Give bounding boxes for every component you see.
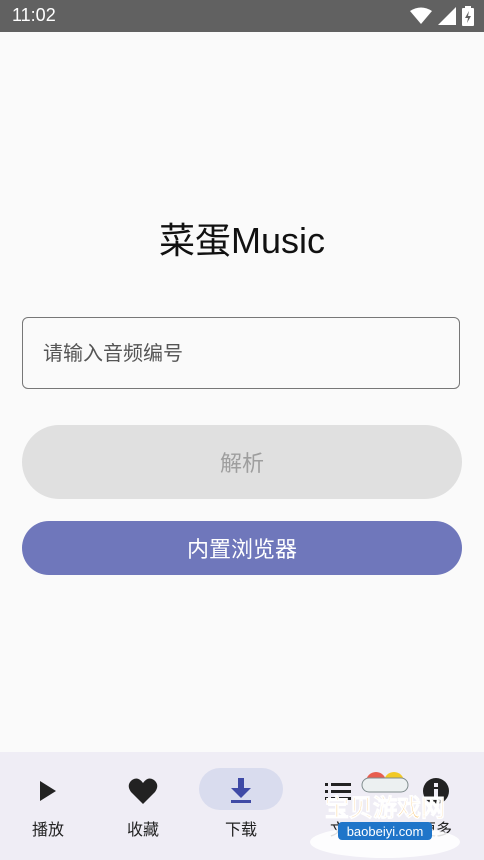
download-icon <box>231 778 251 803</box>
battery-icon <box>462 6 474 26</box>
wifi-icon <box>410 7 432 24</box>
nav-item-download[interactable]: 下载 <box>193 752 289 860</box>
nav-label-download: 下载 <box>224 820 257 839</box>
nav-label-favorites: 收藏 <box>126 820 159 839</box>
nav-label-play: 播放 <box>31 820 64 839</box>
main-content: 菜蛋Music 解析 内置浏览器 <box>0 32 484 752</box>
audio-id-input[interactable] <box>23 318 459 388</box>
status-icons <box>410 6 474 26</box>
app-title: 菜蛋Music <box>158 220 325 261</box>
watermark-domain: baobeiyi.com <box>347 824 424 839</box>
watermark-text: 宝贝游戏网 <box>325 794 445 822</box>
status-time: 11:02 <box>12 5 56 25</box>
parse-button[interactable]: 解析 <box>22 425 462 499</box>
play-icon <box>40 781 56 801</box>
watermark-logo: 宝贝游戏网 baobeiyi.com <box>310 772 460 858</box>
status-bar: 11:02 <box>0 0 484 32</box>
audio-id-field[interactable] <box>22 317 460 389</box>
browser-button[interactable]: 内置浏览器 <box>22 521 462 575</box>
heart-icon <box>128 778 158 804</box>
signal-icon <box>438 7 456 25</box>
nav-item-favorites[interactable]: 收藏 <box>95 752 191 860</box>
nav-item-play[interactable]: 播放 <box>0 752 96 860</box>
